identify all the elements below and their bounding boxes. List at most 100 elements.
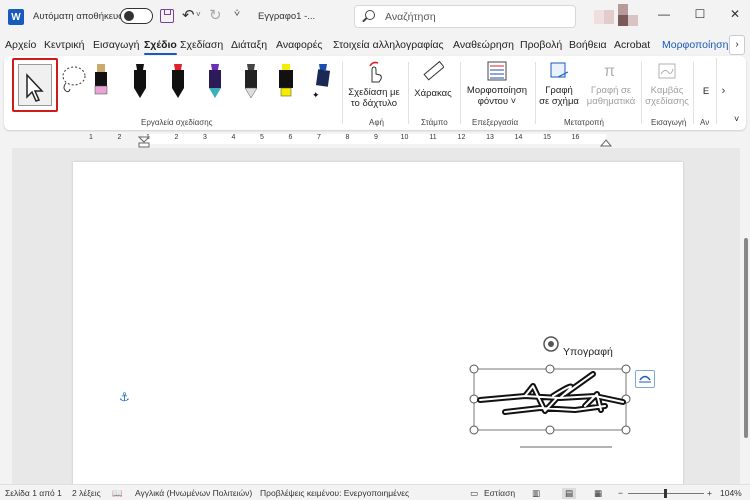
ink-to-shape-button[interactable]: Γραφή σε σχήμα — [538, 60, 580, 107]
cursor-icon — [26, 73, 44, 102]
tab-home[interactable]: Κεντρική — [44, 39, 84, 51]
left-indent-marker[interactable] — [138, 136, 152, 148]
tab-file[interactable]: Αρχείο — [5, 39, 36, 51]
search-placeholder: Αναζήτηση — [385, 11, 436, 23]
close-button[interactable]: ✕ — [727, 7, 743, 21]
ribbon-scroll-right-button[interactable]: › — [716, 58, 730, 124]
highlighter-icon[interactable] — [277, 62, 295, 100]
tab-design[interactable]: Σχεδίαση — [180, 39, 223, 51]
action-pen-icon[interactable]: ✦ — [312, 62, 330, 100]
toggle-knob — [124, 11, 134, 21]
tab-help[interactable]: Βοήθεια — [569, 39, 607, 51]
status-bar: Σελίδα 1 από 1 2 λέξεις 📖 Αγγλικά (Ηνωμέ… — [0, 484, 750, 500]
ribbon: ✦ Εργαλεία σχεδίασης Σχεδίαση με το δάχτ… — [4, 56, 746, 130]
tab-review[interactable]: Αναθεώρηση — [453, 39, 514, 51]
word-app-icon: W — [8, 9, 24, 25]
save-icon[interactable] — [160, 9, 174, 23]
ink-to-math-button: π Γραφή σε μαθηματικά — [584, 60, 638, 107]
page-count[interactable]: Σελίδα 1 από 1 — [5, 488, 62, 498]
ruler-number: 2 — [174, 134, 179, 141]
layout-options-button[interactable] — [635, 370, 655, 388]
group-label-touch: Αφή — [369, 118, 384, 127]
read-mode-icon[interactable]: ▥ — [532, 488, 540, 499]
layout-options-icon — [639, 375, 651, 383]
ruler-number: 5 — [260, 134, 264, 141]
autosave-label: Αυτόματη αποθήκευση — [33, 11, 130, 22]
tab-insert[interactable]: Εισαγωγή — [93, 39, 139, 51]
word-count[interactable]: 2 λέξεις — [72, 488, 101, 498]
ruler-number: 15 — [543, 134, 551, 141]
zoom-out-button[interactable]: − — [618, 488, 623, 498]
group-label-drawing-tools: Εργαλεία σχεδίασης — [141, 118, 213, 127]
ruler-number: 9 — [374, 134, 378, 141]
account-avatar[interactable] — [594, 4, 644, 26]
search-box[interactable]: Αναζήτηση — [354, 5, 576, 28]
document-title[interactable]: Εγγραφο1 -... — [258, 11, 315, 22]
ruler-number: 12 — [457, 134, 466, 141]
partial-ribbon-button[interactable]: Ε — [700, 86, 712, 97]
language-indicator[interactable]: Αγγλικά (Ηνωμένων Πολιτειών) — [135, 488, 252, 498]
ruler-icon — [423, 60, 445, 81]
ruler-number: 7 — [317, 134, 321, 141]
zoom-level[interactable]: 104% — [720, 488, 742, 498]
draw-with-touch-button[interactable]: Σχεδίαση με το δάχτυλο — [348, 60, 400, 109]
tab-acrobat[interactable]: Acrobat — [614, 39, 650, 51]
zoom-in-button[interactable]: + — [707, 488, 712, 498]
redo-icon[interactable]: ↻ — [209, 6, 222, 24]
print-layout-icon[interactable]: ▤ — [562, 488, 577, 499]
svg-text:✦: ✦ — [312, 90, 320, 100]
vertical-scrollbar[interactable] — [741, 148, 750, 484]
ribbon-collapse-icon[interactable]: ˅ — [734, 114, 739, 124]
ruler-number: 11 — [429, 134, 437, 141]
svg-text:π: π — [604, 63, 615, 80]
pencil-icon[interactable] — [242, 62, 260, 100]
draw-touch-icon — [369, 61, 382, 83]
web-layout-icon[interactable]: ▦ — [594, 488, 602, 499]
ruler-button[interactable]: Χάρακας — [413, 60, 453, 99]
ruler-number: 6 — [288, 134, 293, 141]
format-background-icon — [487, 61, 507, 81]
format-background-button[interactable]: Μορφοποίηση φόντου ˅ — [464, 60, 530, 107]
ruler-number: 8 — [345, 134, 350, 141]
undo-icon[interactable]: ↶ — [182, 6, 195, 24]
tab-layout[interactable]: Διάταξη — [231, 39, 267, 51]
pen-red-icon[interactable] — [169, 62, 187, 100]
group-label-insert: Εισαγωγή — [651, 118, 687, 127]
focus-mode-button[interactable]: Εστίαση — [484, 488, 515, 498]
maximize-button[interactable]: ☐ — [692, 7, 708, 21]
scrollbar-thumb[interactable] — [744, 238, 748, 438]
right-indent-marker[interactable] — [600, 137, 612, 147]
ribbon-tabs: Αρχείο Κεντρική Εισαγωγή Σχέδιο Σχεδίαση… — [0, 36, 750, 56]
autosave-toggle[interactable] — [120, 8, 153, 24]
zoom-slider-thumb[interactable] — [664, 489, 667, 498]
pen-galaxy-icon[interactable] — [206, 62, 224, 100]
pen-black-icon[interactable] — [131, 62, 149, 100]
proofing-icon[interactable]: 📖 — [112, 488, 123, 499]
search-icon — [365, 10, 375, 20]
pen-pink-icon[interactable] — [92, 62, 110, 100]
lasso-select-icon[interactable] — [58, 64, 86, 94]
group-label-convert: Μετατροπή — [564, 118, 604, 127]
tab-draw[interactable]: Σχέδιο — [144, 39, 177, 55]
ruler-number: 3 — [203, 134, 207, 141]
vertical-ruler — [0, 150, 12, 482]
drawing-canvas-button: Καμβάς σχεδίασης — [644, 60, 690, 107]
tab-mailings[interactable]: Στοιχεία αλληλογραφίας — [333, 39, 444, 51]
drawing-canvas-icon — [658, 63, 676, 79]
ruler-number: 1 — [89, 134, 93, 141]
ruler-number: 10 — [400, 134, 409, 141]
tab-view[interactable]: Προβολή — [520, 39, 562, 51]
customize-toolbar-icon[interactable]: ⩒ — [234, 8, 240, 19]
minimize-button[interactable]: — — [656, 7, 672, 21]
text-predictions-status[interactable]: Προβλέψεις κειμένου: Ενεργοποιημένες — [260, 488, 409, 498]
tabs-scroll-right-button[interactable]: › — [729, 35, 745, 55]
undo-dropdown-icon[interactable]: ˅ — [196, 10, 201, 19]
select-objects-button[interactable] — [12, 58, 58, 112]
tab-format[interactable]: Μορφοποίηση — [662, 39, 729, 51]
anchor-icon[interactable]: ⚓ — [119, 390, 130, 404]
zoom-slider[interactable] — [628, 489, 704, 498]
focus-icon[interactable]: ▭ — [470, 488, 478, 499]
signature-ink-drawing[interactable] — [465, 336, 635, 451]
rotate-handle-icon — [543, 336, 559, 352]
tab-references[interactable]: Αναφορές — [276, 39, 323, 51]
